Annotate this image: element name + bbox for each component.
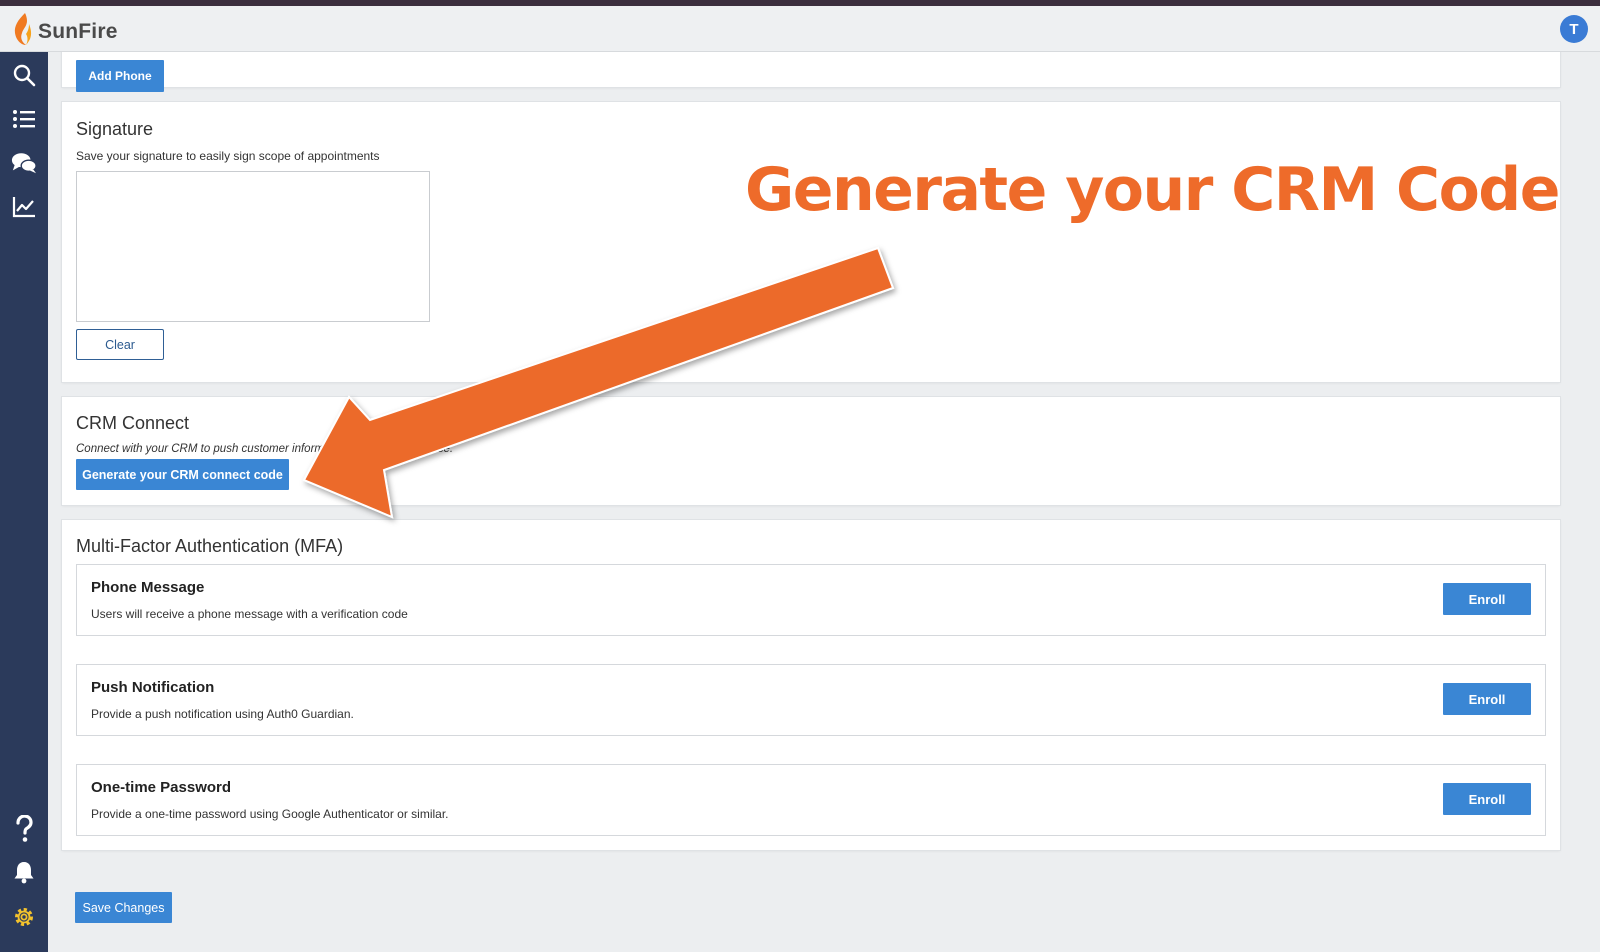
signature-card: Signature Save your signature to easily … <box>62 102 1560 382</box>
sidebar <box>0 52 48 952</box>
save-changes-button[interactable]: Save Changes <box>75 892 172 923</box>
search-icon[interactable] <box>11 62 37 88</box>
crm-connect-card: CRM Connect Connect with your CRM to pus… <box>62 397 1560 505</box>
add-phone-button[interactable]: Add Phone <box>76 60 164 92</box>
mfa-method-title: One-time Password <box>91 779 232 796</box>
mfa-method-description: Provide a one-time password using Google… <box>91 807 449 821</box>
brand-name: SunFire <box>38 19 118 43</box>
mfa-method-push: Push Notification Provide a push notific… <box>76 664 1546 736</box>
generate-crm-code-button[interactable]: Generate your CRM connect code <box>76 459 289 490</box>
gear-icon[interactable] <box>11 904 37 930</box>
mfa-method-phone: Phone Message Users will receive a phone… <box>76 564 1546 636</box>
enroll-push-button[interactable]: Enroll <box>1443 683 1531 715</box>
brand-logo[interactable]: SunFire <box>12 12 118 51</box>
mfa-card: Multi-Factor Authentication (MFA) Phone … <box>62 520 1560 850</box>
list-icon[interactable] <box>11 106 37 132</box>
signature-description: Save your signature to easily sign scope… <box>76 149 380 163</box>
annotation-heading: Generate your CRM Code <box>745 155 1560 225</box>
chat-icon[interactable] <box>11 150 37 176</box>
phone-card: Add Phone <box>62 52 1560 92</box>
flame-icon <box>12 12 34 51</box>
enroll-phone-button[interactable]: Enroll <box>1443 583 1531 615</box>
mfa-method-title: Push Notification <box>91 679 215 696</box>
mfa-method-otp: One-time Password Provide a one-time pas… <box>76 764 1546 836</box>
crm-title: CRM Connect <box>76 413 190 433</box>
mfa-method-description: Provide a push notification using Auth0 … <box>91 707 354 721</box>
chart-icon[interactable] <box>11 194 37 220</box>
app-header: SunFire T <box>0 6 1600 52</box>
mfa-method-title: Phone Message <box>91 579 205 596</box>
signature-title: Signature <box>76 119 154 139</box>
help-icon[interactable] <box>11 815 37 842</box>
clear-button[interactable]: Clear <box>76 329 164 360</box>
bell-icon[interactable] <box>11 859 37 885</box>
user-avatar[interactable]: T <box>1560 15 1588 43</box>
signature-pad[interactable] <box>76 171 430 322</box>
crm-description: Connect with your CRM to push customer i… <box>76 443 454 455</box>
mfa-method-description: Users will receive a phone message with … <box>91 607 408 621</box>
mfa-title: Multi-Factor Authentication (MFA) <box>76 536 344 556</box>
enroll-otp-button[interactable]: Enroll <box>1443 783 1531 815</box>
